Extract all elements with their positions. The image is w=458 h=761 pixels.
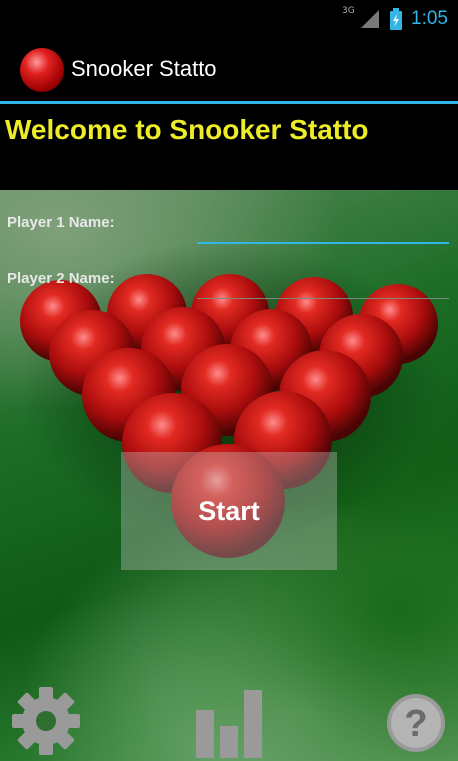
main-content: Player 1 Name: Player 2 Name: Start ? <box>0 190 458 761</box>
status-bar: 3G 1:05 <box>0 0 458 38</box>
gear-icon[interactable] <box>8 683 84 759</box>
player1-label: Player 1 Name: <box>7 214 115 231</box>
network-type-label: 3G <box>342 6 355 16</box>
welcome-title: Welcome to Snooker Statto <box>5 114 369 145</box>
start-button[interactable]: Start <box>121 452 337 570</box>
help-icon[interactable]: ? <box>385 692 447 754</box>
welcome-header: Welcome to Snooker Statto <box>0 104 458 190</box>
snooker-ball-icon <box>20 48 64 92</box>
player1-name-input[interactable] <box>197 218 449 244</box>
svg-text:?: ? <box>404 703 427 745</box>
status-clock: 1:05 <box>411 8 448 29</box>
battery-charging-icon <box>389 8 403 30</box>
action-bar: Snooker Statto <box>0 38 458 102</box>
signal-icon <box>359 9 381 29</box>
player2-name-input[interactable] <box>197 274 449 299</box>
bar-chart-icon[interactable] <box>192 684 268 760</box>
player2-label: Player 2 Name: <box>7 270 115 287</box>
app-title: Snooker Statto <box>71 56 217 81</box>
